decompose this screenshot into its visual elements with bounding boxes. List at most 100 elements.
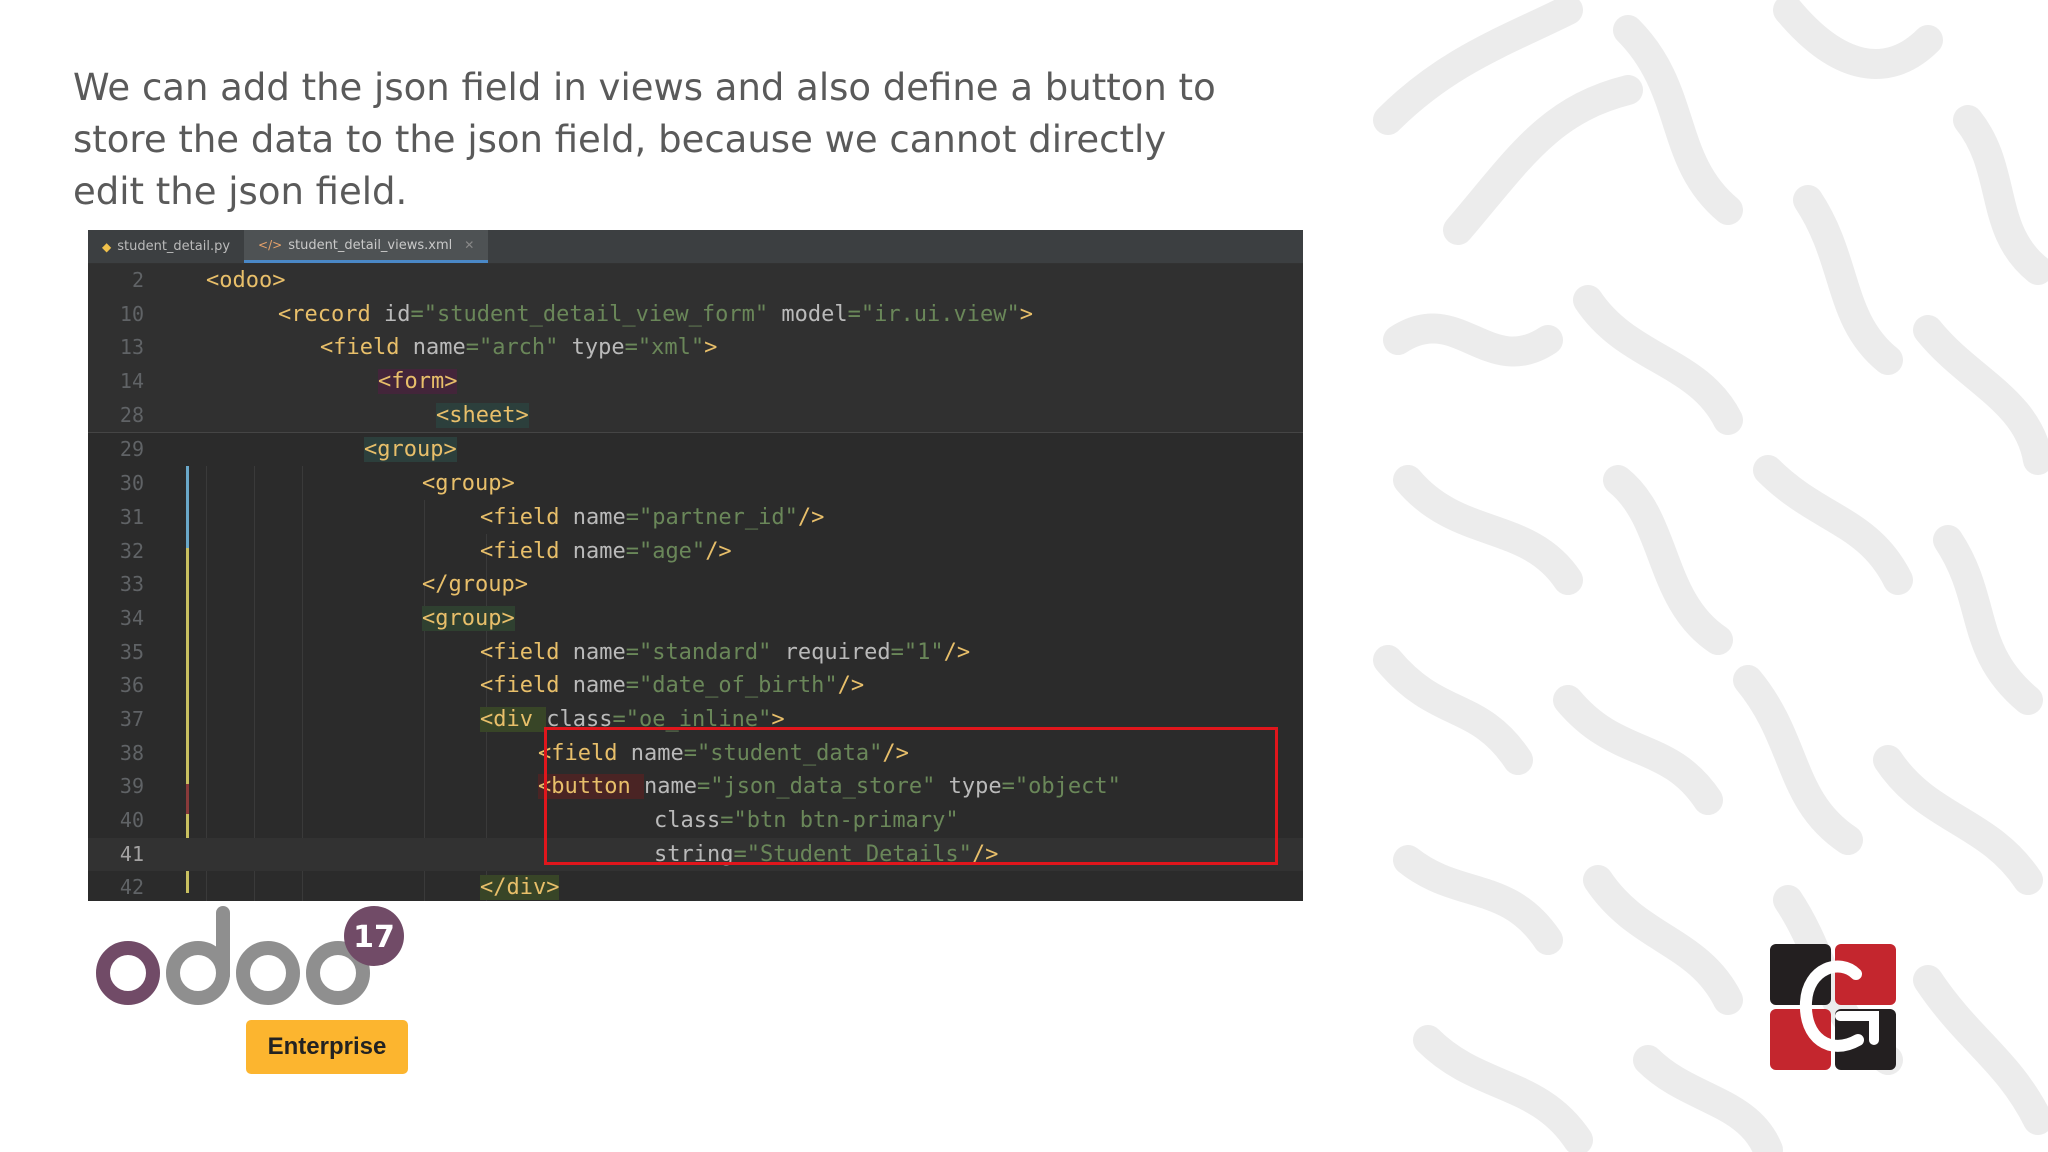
code-line[interactable]: 13 <field name="arch" type="xml"> — [88, 331, 1303, 366]
code-line[interactable]: 32 <field name="age"/> — [88, 535, 1303, 569]
line-number: 41 — [119, 841, 144, 866]
line-number: 13 — [119, 335, 144, 360]
code-token-val: ="date_of_birth" — [625, 673, 838, 699]
code-token-tag: > — [1019, 301, 1034, 327]
code-token-attr: type — [558, 335, 625, 361]
code-line[interactable]: 35 <field name="standard" required="1"/> — [88, 636, 1303, 670]
version-badge: 17 — [353, 920, 395, 955]
code-token-tag: </div> — [480, 875, 560, 901]
code-line[interactable]: 42 </div> — [88, 871, 1303, 901]
code-token-tag: <field — [480, 673, 573, 699]
code-text: <form> — [378, 365, 458, 399]
code-line[interactable]: 33 </group> — [88, 568, 1303, 602]
code-token-tag: <group> — [422, 471, 515, 497]
line-number: 36 — [119, 673, 144, 698]
company-logo — [1770, 944, 1896, 1070]
line-number: 39 — [119, 774, 144, 799]
code-line[interactable]: 29 <group> — [88, 433, 1303, 467]
code-token-attr: required — [771, 639, 891, 665]
code-line[interactable]: 10 <record id="student_detail_view_form" … — [88, 297, 1303, 332]
tab-label: student_detail_views.xml — [288, 237, 453, 253]
background-pattern — [1368, 0, 2048, 1152]
code-text: <group> — [422, 467, 515, 501]
line-number: 14 — [119, 369, 144, 394]
code-token-tag: <field — [480, 504, 573, 530]
code-token-attr: name — [572, 538, 626, 564]
close-tab-icon[interactable]: ✕ — [464, 238, 474, 252]
line-number: 28 — [119, 402, 144, 427]
code-token-attr: name — [412, 335, 466, 361]
line-number: 29 — [119, 437, 144, 462]
code-line[interactable]: 30 <group> — [88, 467, 1303, 501]
code-token-tag: <field — [480, 538, 573, 564]
code-token-val: ="age" — [625, 538, 706, 564]
code-token-tag: <field — [320, 335, 413, 361]
code-token-attr: name — [572, 639, 626, 665]
code-line[interactable]: 14 <form> — [88, 365, 1303, 399]
line-number: 32 — [119, 538, 144, 563]
code-token-tag: /> — [837, 673, 865, 699]
code-line[interactable]: 2 <odoo> — [88, 264, 1303, 298]
line-number: 37 — [119, 706, 144, 731]
line-number: 42 — [119, 875, 144, 900]
code-token-val: ="student_detail_view_form" — [410, 301, 769, 327]
code-token-tag: /> — [705, 538, 732, 564]
code-text: </div> — [480, 871, 560, 901]
code-token-tag: <group> — [422, 605, 515, 631]
code-token-tag: /> — [943, 639, 971, 665]
xml-file-icon: </> — [258, 238, 283, 252]
code-token-tag: > — [704, 335, 718, 361]
editor-tab-bar: ◆ student_detail.py </> student_detail_v… — [88, 230, 1303, 264]
code-text: <field name="date_of_birth"/> — [480, 669, 864, 703]
line-number: 33 — [119, 572, 144, 597]
tab-label: student_detail.py — [117, 239, 231, 254]
code-line[interactable]: 36 <field name="date_of_birth"/> — [88, 669, 1303, 703]
code-text: <field name="standard" required="1"/> — [480, 636, 970, 670]
tab-student-detail-views-xml[interactable]: </> student_detail_views.xml ✕ — [244, 230, 489, 263]
code-token-attr: id — [383, 301, 411, 327]
code-token-attr: name — [572, 673, 626, 699]
code-text: <field name="age"/> — [480, 535, 732, 569]
code-token-val: ="xml" — [624, 335, 705, 361]
code-token-val: ="standard" — [625, 639, 772, 665]
code-line[interactable]: 28 <sheet> — [88, 398, 1303, 433]
code-text: <field name="partner_id"/> — [480, 501, 824, 535]
line-number: 30 — [119, 471, 144, 496]
tab-student-detail-py[interactable]: ◆ student_detail.py — [88, 230, 244, 263]
code-token-val: ="arch" — [465, 335, 559, 361]
line-number: 34 — [119, 605, 144, 630]
code-token-tag: /> — [797, 504, 825, 530]
code-text: <field name="arch" type="xml"> — [320, 331, 717, 365]
code-token-tag: <sheet> — [436, 402, 529, 428]
code-editor: ◆ student_detail.py </> student_detail_v… — [88, 230, 1303, 901]
code-line[interactable]: 34 <group> — [88, 602, 1303, 636]
line-number: 2 — [131, 268, 144, 292]
line-number: 40 — [119, 808, 144, 832]
code-text: <record id="student_detail_view_form" mo… — [278, 298, 1033, 332]
code-token-tag: <form> — [378, 369, 458, 395]
code-line[interactable]: 31 <field name="partner_id"/> — [88, 501, 1303, 535]
code-text: <group> — [364, 433, 457, 467]
python-file-icon: ◆ — [102, 239, 112, 254]
line-number: 35 — [119, 639, 144, 664]
edition-badge: Enterprise — [246, 1020, 408, 1074]
code-text: <sheet> — [436, 399, 529, 433]
code-text: <group> — [422, 602, 515, 636]
code-token-tag: <record — [278, 301, 384, 327]
code-token-attr: model — [768, 301, 848, 327]
slide-heading: We can add the json field in views and a… — [73, 66, 1216, 213]
code-token-tag: <group> — [364, 437, 457, 463]
highlight-box — [544, 727, 1278, 865]
code-token-val: ="partner_id" — [625, 504, 798, 530]
code-token-attr: name — [572, 504, 626, 530]
code-token-tag: <div — [480, 706, 547, 732]
code-token-tag: </group> — [422, 572, 528, 598]
line-number: 10 — [119, 301, 144, 326]
line-number: 31 — [119, 504, 144, 529]
code-token-tag: <odoo> — [206, 268, 286, 293]
code-token-val: ="1" — [890, 639, 944, 665]
code-token-tag: <field — [480, 639, 573, 665]
line-number: 38 — [119, 740, 144, 765]
code-text: </group> — [422, 568, 528, 602]
code-text: <odoo> — [206, 264, 285, 298]
